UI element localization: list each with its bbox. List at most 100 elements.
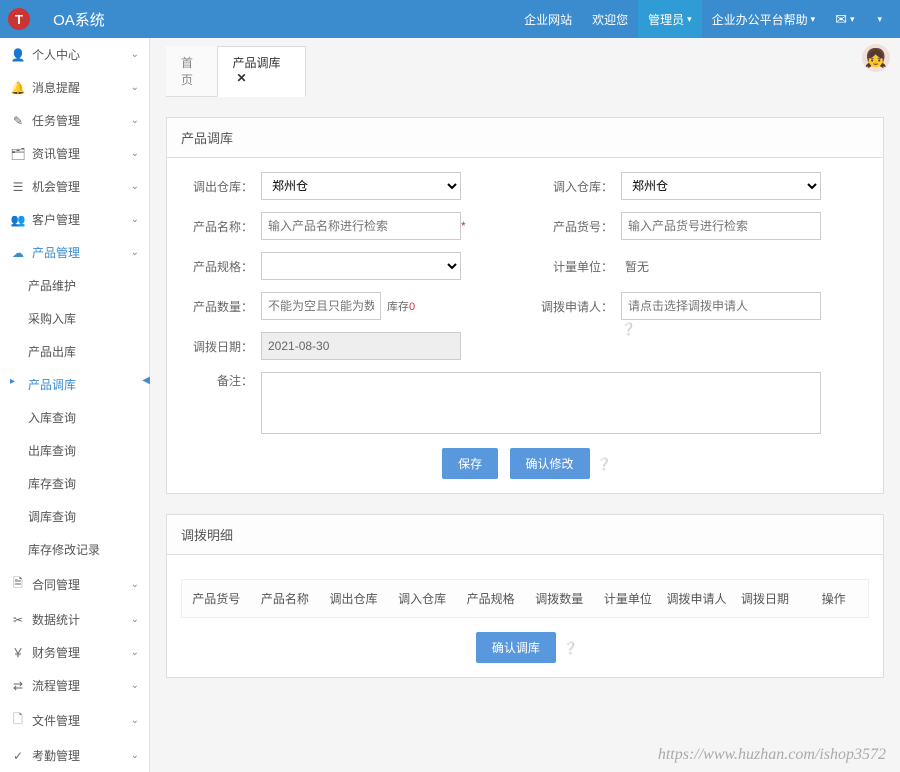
chevron-down-icon: ⌄ [131, 750, 139, 761]
nav-label: 任务管理 [32, 112, 131, 129]
nav-news[interactable]: 🗂资讯管理⌄ [0, 137, 149, 170]
label-date: 调拨日期： [181, 338, 261, 355]
tab-product-transfer[interactable]: 产品调库 ✕ [217, 46, 306, 97]
input-date[interactable]: 2021-08-30 [261, 332, 461, 360]
check-icon: ✓ [10, 749, 26, 763]
chevron-down-icon: ⌄ [131, 680, 139, 691]
edit-icon: ✎ [10, 114, 26, 128]
nav-label: 机会管理 [32, 178, 131, 195]
input-applicant[interactable] [621, 292, 821, 320]
label-product-name: 产品名称： [181, 218, 261, 235]
input-product-name[interactable] [261, 212, 461, 240]
panel-title: 产品调库 [167, 118, 883, 158]
caret-down-icon: ▾ [811, 14, 816, 25]
main-content: 👧 首页 产品调库 ✕ 产品调库 调出仓库： 郑州仓 调入仓库： 郑州仓 产品名… [150, 38, 900, 772]
yen-icon: ￥ [10, 644, 26, 661]
sub-product-maint[interactable]: 产品维护 [0, 269, 149, 302]
col-qty: 调拨数量 [525, 580, 594, 617]
sub-stock-query[interactable]: 库存查询 [0, 467, 149, 500]
label-spec: 产品规格： [181, 258, 261, 275]
input-product-code[interactable] [621, 212, 821, 240]
nav-messages[interactable]: 🔔消息提醒⌄ [0, 71, 149, 104]
nav-product[interactable]: ☁产品管理⌄ [0, 236, 149, 269]
chevron-down-icon: ⌄ [131, 181, 139, 192]
nav-contract[interactable]: 🗎 合同管理⌄ [0, 566, 149, 603]
help-icon[interactable]: ❔ [597, 457, 612, 471]
mail-icon: ✉ [835, 11, 847, 28]
chevron-down-icon: ⌄ [131, 82, 139, 93]
sub-stock-log[interactable]: 库存修改记录 [0, 533, 149, 566]
nav-mail-dropdown[interactable]: ✉ ▾ [825, 0, 864, 38]
label-qty: 产品数量： [181, 298, 261, 315]
nav-site-link[interactable]: 企业网站 [514, 0, 582, 38]
chevron-down-icon: ⌄ [131, 115, 139, 126]
chevron-down-icon: ⌄ [131, 49, 139, 60]
nav-personal[interactable]: 👤 个人中心⌄ [0, 38, 149, 71]
chevron-down-icon: ⌄ [131, 614, 139, 625]
label-applicant: 调拨申请人： [541, 298, 621, 315]
sub-product-transfer[interactable]: 产品调库 [0, 368, 149, 401]
col-unit: 计量单位 [594, 580, 663, 617]
stock-label: 库存0 [387, 298, 415, 314]
nav-label: 个人中心 [32, 46, 131, 63]
nav-attendance[interactable]: ✓考勤管理⌄ [0, 739, 149, 772]
nav-stats[interactable]: ✂数据统计⌄ [0, 603, 149, 636]
flow-icon: ⇄ [10, 679, 26, 693]
sub-purchase-in[interactable]: 采购入库 [0, 302, 149, 335]
help-icon[interactable]: ❔ [621, 322, 636, 336]
user-avatar[interactable]: 👧 [862, 44, 890, 72]
app-title: OA系统 [53, 9, 105, 30]
sub-product-out[interactable]: 产品出库 [0, 335, 149, 368]
doc-icon: 🗎 [10, 574, 26, 595]
nav-opportunity[interactable]: ☰机会管理⌄ [0, 170, 149, 203]
nav-files[interactable]: 🗋文件管理⌄ [0, 702, 149, 739]
confirm-transfer-button[interactable]: 确认调库 [476, 632, 556, 663]
col-op: 操作 [799, 580, 868, 617]
col-name: 产品名称 [251, 580, 320, 617]
sub-out-query[interactable]: 出库查询 [0, 434, 149, 467]
select-spec[interactable] [261, 252, 461, 280]
nav-label: 资讯管理 [32, 145, 131, 162]
label-product-code: 产品货号： [541, 218, 621, 235]
logo-subtext [36, 13, 39, 25]
user-icon: 👤 [10, 48, 26, 62]
nav-admin-dropdown[interactable]: 管理员 ▾ [638, 0, 702, 38]
caret-down-icon: ▾ [687, 14, 692, 25]
tab-bar: 首页 产品调库 ✕ [166, 46, 306, 97]
nav-process[interactable]: ⇄ 流程管理⌄ [0, 669, 149, 702]
nav-tasks[interactable]: ✎ 任务管理⌄ [0, 104, 149, 137]
input-qty[interactable] [261, 292, 381, 320]
nav-label: 财务管理 [32, 644, 131, 661]
logo-icon: T [8, 8, 30, 30]
nav-help-dropdown[interactable]: 企业办公平台帮助 ▾ [702, 0, 826, 38]
chevron-down-icon: ⌄ [131, 715, 139, 726]
chevron-down-icon: ⌄ [131, 247, 139, 258]
col-in: 调入仓库 [388, 580, 457, 617]
chevron-down-icon: ⌄ [131, 579, 139, 590]
nav-customer[interactable]: 👥客户管理⌄ [0, 203, 149, 236]
nav-more-dropdown[interactable]: ▾ [864, 0, 892, 38]
col-spec: 产品规格 [456, 580, 525, 617]
label-remark: 备注： [181, 372, 261, 434]
nav-label: 合同管理 [32, 576, 131, 593]
save-button[interactable]: 保存 [442, 448, 498, 479]
select-in-warehouse[interactable]: 郑州仓 [621, 172, 821, 200]
nav-label: 流程管理 [32, 677, 131, 694]
chevron-down-icon: ⌄ [131, 647, 139, 658]
sub-in-query[interactable]: 入库查询 [0, 401, 149, 434]
detail-table-header: 产品货号 产品名称 调出仓库 调入仓库 产品规格 调拨数量 计量单位 调拨申请人… [181, 579, 869, 618]
close-icon[interactable]: ✕ [236, 71, 246, 85]
caret-down-icon: ▾ [877, 14, 882, 25]
bell-icon: 🔔 [10, 81, 26, 95]
nav-help-label: 企业办公平台帮助 [712, 11, 808, 28]
sub-transfer-query[interactable]: 调库查询 [0, 500, 149, 533]
textarea-remark[interactable] [261, 372, 821, 434]
folder-icon: 🗂 [10, 147, 26, 161]
nav-finance[interactable]: ￥ 财务管理⌄ [0, 636, 149, 669]
select-out-warehouse[interactable]: 郑州仓 [261, 172, 461, 200]
users-icon: 👥 [10, 213, 26, 227]
help-icon[interactable]: ❔ [563, 641, 578, 655]
confirm-edit-button[interactable]: 确认修改 [510, 448, 590, 479]
nav-label: 文件管理 [32, 712, 131, 729]
tab-home[interactable]: 首页 [166, 46, 217, 96]
